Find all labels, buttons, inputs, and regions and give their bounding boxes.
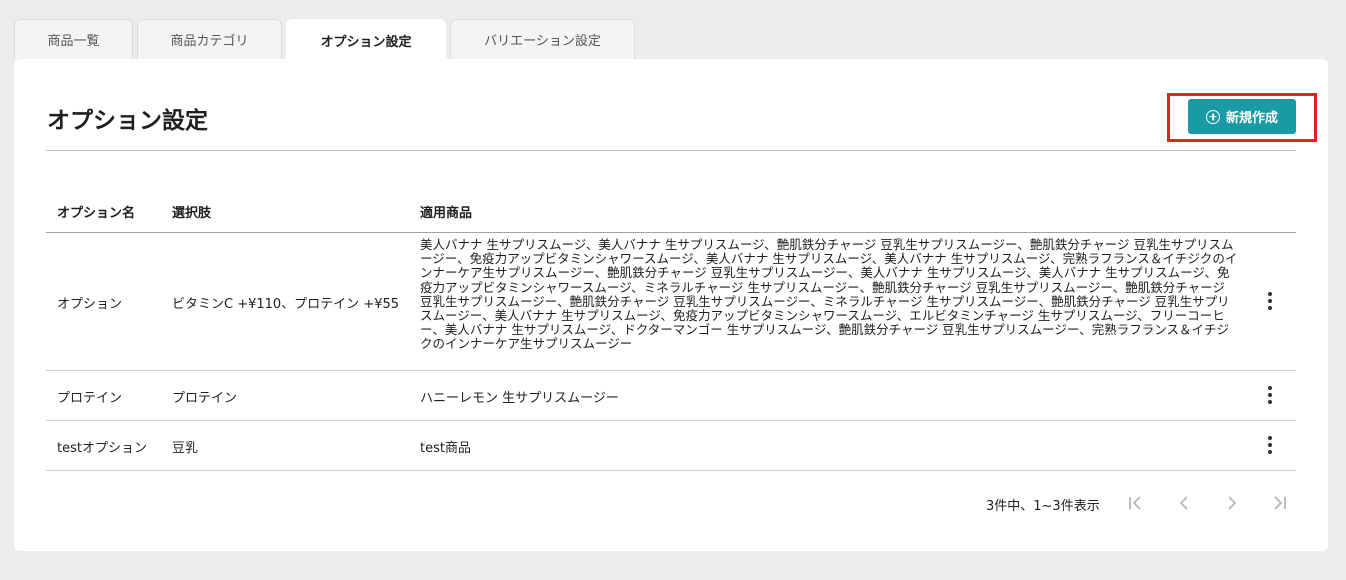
header-option-name: オプション名 — [57, 206, 136, 221]
more-options-icon[interactable] — [1262, 384, 1278, 406]
new-create-button[interactable]: 新規作成 — [1188, 99, 1296, 134]
page-title: オプション設定 — [47, 108, 208, 134]
products-cell: test商品 — [420, 441, 471, 456]
tab-variation-settings[interactable]: バリエーション設定 — [450, 19, 635, 59]
header-choices: 選択肢 — [172, 206, 212, 221]
choices-cell: ビタミンC +¥110、プロテイン +¥55 — [172, 297, 400, 312]
tab-option-settings[interactable]: オプション設定 — [286, 19, 446, 60]
pagination-info: 3件中、1~3件表示 — [986, 499, 1100, 514]
option-name-cell: オプション — [57, 297, 123, 312]
table-row[interactable]: testオプション 豆乳 test商品 — [46, 421, 1296, 471]
tab-product-list[interactable]: 商品一覧 — [14, 19, 133, 59]
option-name-cell: プロテイン — [57, 391, 123, 406]
next-page-icon[interactable] — [1220, 489, 1244, 517]
table-row[interactable]: プロテイン プロテイン ハニーレモン 生サプリスムージー — [46, 371, 1296, 421]
title-divider — [46, 150, 1296, 151]
header-products: 適用商品 — [420, 206, 473, 221]
products-cell: ハニーレモン 生サプリスムージー — [420, 391, 619, 406]
prev-page-icon[interactable] — [1172, 489, 1196, 517]
table-row[interactable]: オプション ビタミンC +¥110、プロテイン +¥55 美人バナナ 生サプリス… — [46, 233, 1296, 371]
choices-cell: 豆乳 — [172, 441, 199, 456]
content-card: オプション設定 新規作成 オプション名 選択肢 適用商品 オプション ビタミンC… — [14, 59, 1328, 551]
tab-product-category[interactable]: 商品カテゴリ — [137, 19, 282, 59]
option-name-cell: testオプション — [57, 441, 147, 456]
choices-cell: プロテイン — [172, 391, 238, 406]
plus-circle-icon — [1205, 109, 1220, 124]
last-page-icon[interactable] — [1268, 489, 1292, 517]
more-options-icon[interactable] — [1262, 290, 1278, 312]
first-page-icon[interactable] — [1123, 489, 1147, 517]
more-options-icon[interactable] — [1262, 434, 1278, 456]
products-cell: 美人バナナ 生サプリスムージ、美人バナナ 生サプリスムージ、艶肌鉄分チャージ 豆… — [420, 237, 1238, 352]
table-header: オプション名 選択肢 適用商品 — [46, 192, 1296, 233]
